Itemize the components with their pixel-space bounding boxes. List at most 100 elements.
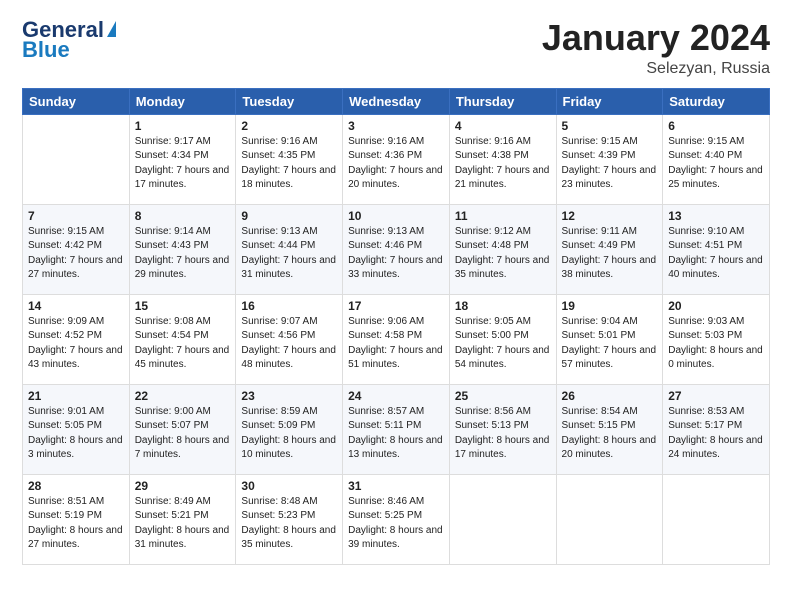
calendar-cell: 21 Sunrise: 9:01 AMSunset: 5:05 PMDayligh…	[23, 384, 130, 474]
weekday-row: SundayMondayTuesdayWednesdayThursdayFrid…	[23, 88, 770, 114]
calendar-cell: 23 Sunrise: 8:59 AMSunset: 5:09 PMDayligh…	[236, 384, 343, 474]
day-info: Sunrise: 8:46 AMSunset: 5:25 PMDaylight:…	[348, 495, 444, 553]
day-info: Sunrise: 9:13 AMSunset: 4:44 PMDaylight:…	[241, 225, 337, 283]
calendar-cell: 12 Sunrise: 9:11 AMSunset: 4:49 PMDayligh…	[556, 204, 663, 294]
day-number: 11	[455, 209, 551, 223]
calendar-table: SundayMondayTuesdayWednesdayThursdayFrid…	[22, 88, 770, 565]
day-info: Sunrise: 9:15 AMSunset: 4:42 PMDaylight:…	[28, 225, 124, 283]
day-info: Sunrise: 9:06 AMSunset: 4:58 PMDaylight:…	[348, 315, 444, 373]
weekday-header: Wednesday	[343, 88, 450, 114]
day-info: Sunrise: 8:51 AMSunset: 5:19 PMDaylight:…	[28, 495, 124, 553]
calendar-cell: 20Sunrise: 9:03 AMSunset: 5:03 PMDayligh…	[663, 294, 770, 384]
day-info: Sunrise: 9:03 AMSunset: 5:03 PMDaylight:…	[668, 315, 764, 373]
calendar-week-row: 7 Sunrise: 9:15 AMSunset: 4:42 PMDaylight…	[23, 204, 770, 294]
calendar-cell: 25 Sunrise: 8:56 AMSunset: 5:13 PMDayligh…	[449, 384, 556, 474]
day-number: 1	[135, 119, 231, 133]
calendar-week-row: 1 Sunrise: 9:17 AMSunset: 4:34 PMDaylight…	[23, 114, 770, 204]
calendar-cell: 17 Sunrise: 9:06 AMSunset: 4:58 PMDayligh…	[343, 294, 450, 384]
weekday-header: Monday	[129, 88, 236, 114]
day-number: 27	[668, 389, 764, 403]
calendar-week-row: 21 Sunrise: 9:01 AMSunset: 5:05 PMDayligh…	[23, 384, 770, 474]
calendar-header: SundayMondayTuesdayWednesdayThursdayFrid…	[23, 88, 770, 114]
day-info: Sunrise: 9:17 AMSunset: 4:34 PMDaylight:…	[135, 135, 231, 193]
logo: General Blue	[22, 18, 116, 62]
calendar-cell: 6Sunrise: 9:15 AMSunset: 4:40 PMDaylight…	[663, 114, 770, 204]
day-number: 17	[348, 299, 444, 313]
calendar-cell: 1 Sunrise: 9:17 AMSunset: 4:34 PMDaylight…	[129, 114, 236, 204]
day-info: Sunrise: 9:16 AMSunset: 4:36 PMDaylight:…	[348, 135, 444, 193]
calendar-cell: 10Sunrise: 9:13 AMSunset: 4:46 PMDayligh…	[343, 204, 450, 294]
day-number: 29	[135, 479, 231, 493]
title-block: January 2024 Selezyan, Russia	[542, 18, 770, 78]
day-info: Sunrise: 9:01 AMSunset: 5:05 PMDaylight:…	[28, 405, 124, 463]
calendar-cell: 31 Sunrise: 8:46 AMSunset: 5:25 PMDayligh…	[343, 474, 450, 564]
logo-triangle-icon	[107, 21, 116, 37]
page: General Blue January 2024 Selezyan, Russ…	[0, 0, 792, 612]
day-info: Sunrise: 8:56 AMSunset: 5:13 PMDaylight:…	[455, 405, 551, 463]
day-number: 19	[562, 299, 658, 313]
calendar-cell: 13 Sunrise: 9:10 AMSunset: 4:51 PMDayligh…	[663, 204, 770, 294]
calendar-cell: 8Sunrise: 9:14 AMSunset: 4:43 PMDaylight…	[129, 204, 236, 294]
day-info: Sunrise: 9:07 AMSunset: 4:56 PMDaylight:…	[241, 315, 337, 373]
day-info: Sunrise: 9:16 AMSunset: 4:35 PMDaylight:…	[241, 135, 337, 193]
day-info: Sunrise: 9:10 AMSunset: 4:51 PMDaylight:…	[668, 225, 764, 283]
day-number: 9	[241, 209, 337, 223]
day-number: 25	[455, 389, 551, 403]
logo-blue: Blue	[22, 38, 70, 62]
day-info: Sunrise: 8:49 AMSunset: 5:21 PMDaylight:…	[135, 495, 231, 553]
calendar-cell	[449, 474, 556, 564]
weekday-header: Thursday	[449, 88, 556, 114]
subtitle: Selezyan, Russia	[542, 60, 770, 78]
day-number: 18	[455, 299, 551, 313]
calendar-body: 1 Sunrise: 9:17 AMSunset: 4:34 PMDaylight…	[23, 114, 770, 564]
calendar-cell: 4Sunrise: 9:16 AMSunset: 4:38 PMDaylight…	[449, 114, 556, 204]
day-number: 24	[348, 389, 444, 403]
calendar-cell: 18 Sunrise: 9:05 AMSunset: 5:00 PMDayligh…	[449, 294, 556, 384]
calendar-cell: 2 Sunrise: 9:16 AMSunset: 4:35 PMDaylight…	[236, 114, 343, 204]
day-info: Sunrise: 8:54 AMSunset: 5:15 PMDaylight:…	[562, 405, 658, 463]
calendar-cell: 24 Sunrise: 8:57 AMSunset: 5:11 PMDayligh…	[343, 384, 450, 474]
calendar-cell	[556, 474, 663, 564]
calendar-cell: 26 Sunrise: 8:54 AMSunset: 5:15 PMDayligh…	[556, 384, 663, 474]
day-number: 31	[348, 479, 444, 493]
day-number: 2	[241, 119, 337, 133]
calendar-week-row: 28 Sunrise: 8:51 AMSunset: 5:19 PMDayligh…	[23, 474, 770, 564]
calendar-cell: 7 Sunrise: 9:15 AMSunset: 4:42 PMDaylight…	[23, 204, 130, 294]
day-info: Sunrise: 9:09 AMSunset: 4:52 PMDaylight:…	[28, 315, 124, 373]
day-number: 13	[668, 209, 764, 223]
day-number: 6	[668, 119, 764, 133]
day-number: 16	[241, 299, 337, 313]
day-number: 14	[28, 299, 124, 313]
calendar-cell: 22 Sunrise: 9:00 AMSunset: 5:07 PMDayligh…	[129, 384, 236, 474]
main-title: January 2024	[542, 18, 770, 58]
day-number: 3	[348, 119, 444, 133]
calendar-cell: 19Sunrise: 9:04 AMSunset: 5:01 PMDayligh…	[556, 294, 663, 384]
calendar-cell: 11 Sunrise: 9:12 AMSunset: 4:48 PMDayligh…	[449, 204, 556, 294]
header: General Blue January 2024 Selezyan, Russ…	[22, 18, 770, 78]
day-info: Sunrise: 8:57 AMSunset: 5:11 PMDaylight:…	[348, 405, 444, 463]
day-number: 4	[455, 119, 551, 133]
day-info: Sunrise: 8:53 AMSunset: 5:17 PMDaylight:…	[668, 405, 764, 463]
day-number: 21	[28, 389, 124, 403]
day-info: Sunrise: 9:11 AMSunset: 4:49 PMDaylight:…	[562, 225, 658, 283]
weekday-header: Sunday	[23, 88, 130, 114]
day-number: 22	[135, 389, 231, 403]
day-info: Sunrise: 9:00 AMSunset: 5:07 PMDaylight:…	[135, 405, 231, 463]
calendar-cell: 27 Sunrise: 8:53 AMSunset: 5:17 PMDayligh…	[663, 384, 770, 474]
day-info: Sunrise: 9:12 AMSunset: 4:48 PMDaylight:…	[455, 225, 551, 283]
day-info: Sunrise: 8:48 AMSunset: 5:23 PMDaylight:…	[241, 495, 337, 553]
calendar-cell: 5Sunrise: 9:15 AMSunset: 4:39 PMDaylight…	[556, 114, 663, 204]
day-info: Sunrise: 8:59 AMSunset: 5:09 PMDaylight:…	[241, 405, 337, 463]
weekday-header: Friday	[556, 88, 663, 114]
day-info: Sunrise: 9:05 AMSunset: 5:00 PMDaylight:…	[455, 315, 551, 373]
calendar-cell: 14 Sunrise: 9:09 AMSunset: 4:52 PMDayligh…	[23, 294, 130, 384]
day-number: 7	[28, 209, 124, 223]
calendar-cell: 28 Sunrise: 8:51 AMSunset: 5:19 PMDayligh…	[23, 474, 130, 564]
day-number: 28	[28, 479, 124, 493]
day-number: 23	[241, 389, 337, 403]
day-number: 12	[562, 209, 658, 223]
day-info: Sunrise: 9:13 AMSunset: 4:46 PMDaylight:…	[348, 225, 444, 283]
day-number: 26	[562, 389, 658, 403]
weekday-header: Saturday	[663, 88, 770, 114]
day-number: 15	[135, 299, 231, 313]
